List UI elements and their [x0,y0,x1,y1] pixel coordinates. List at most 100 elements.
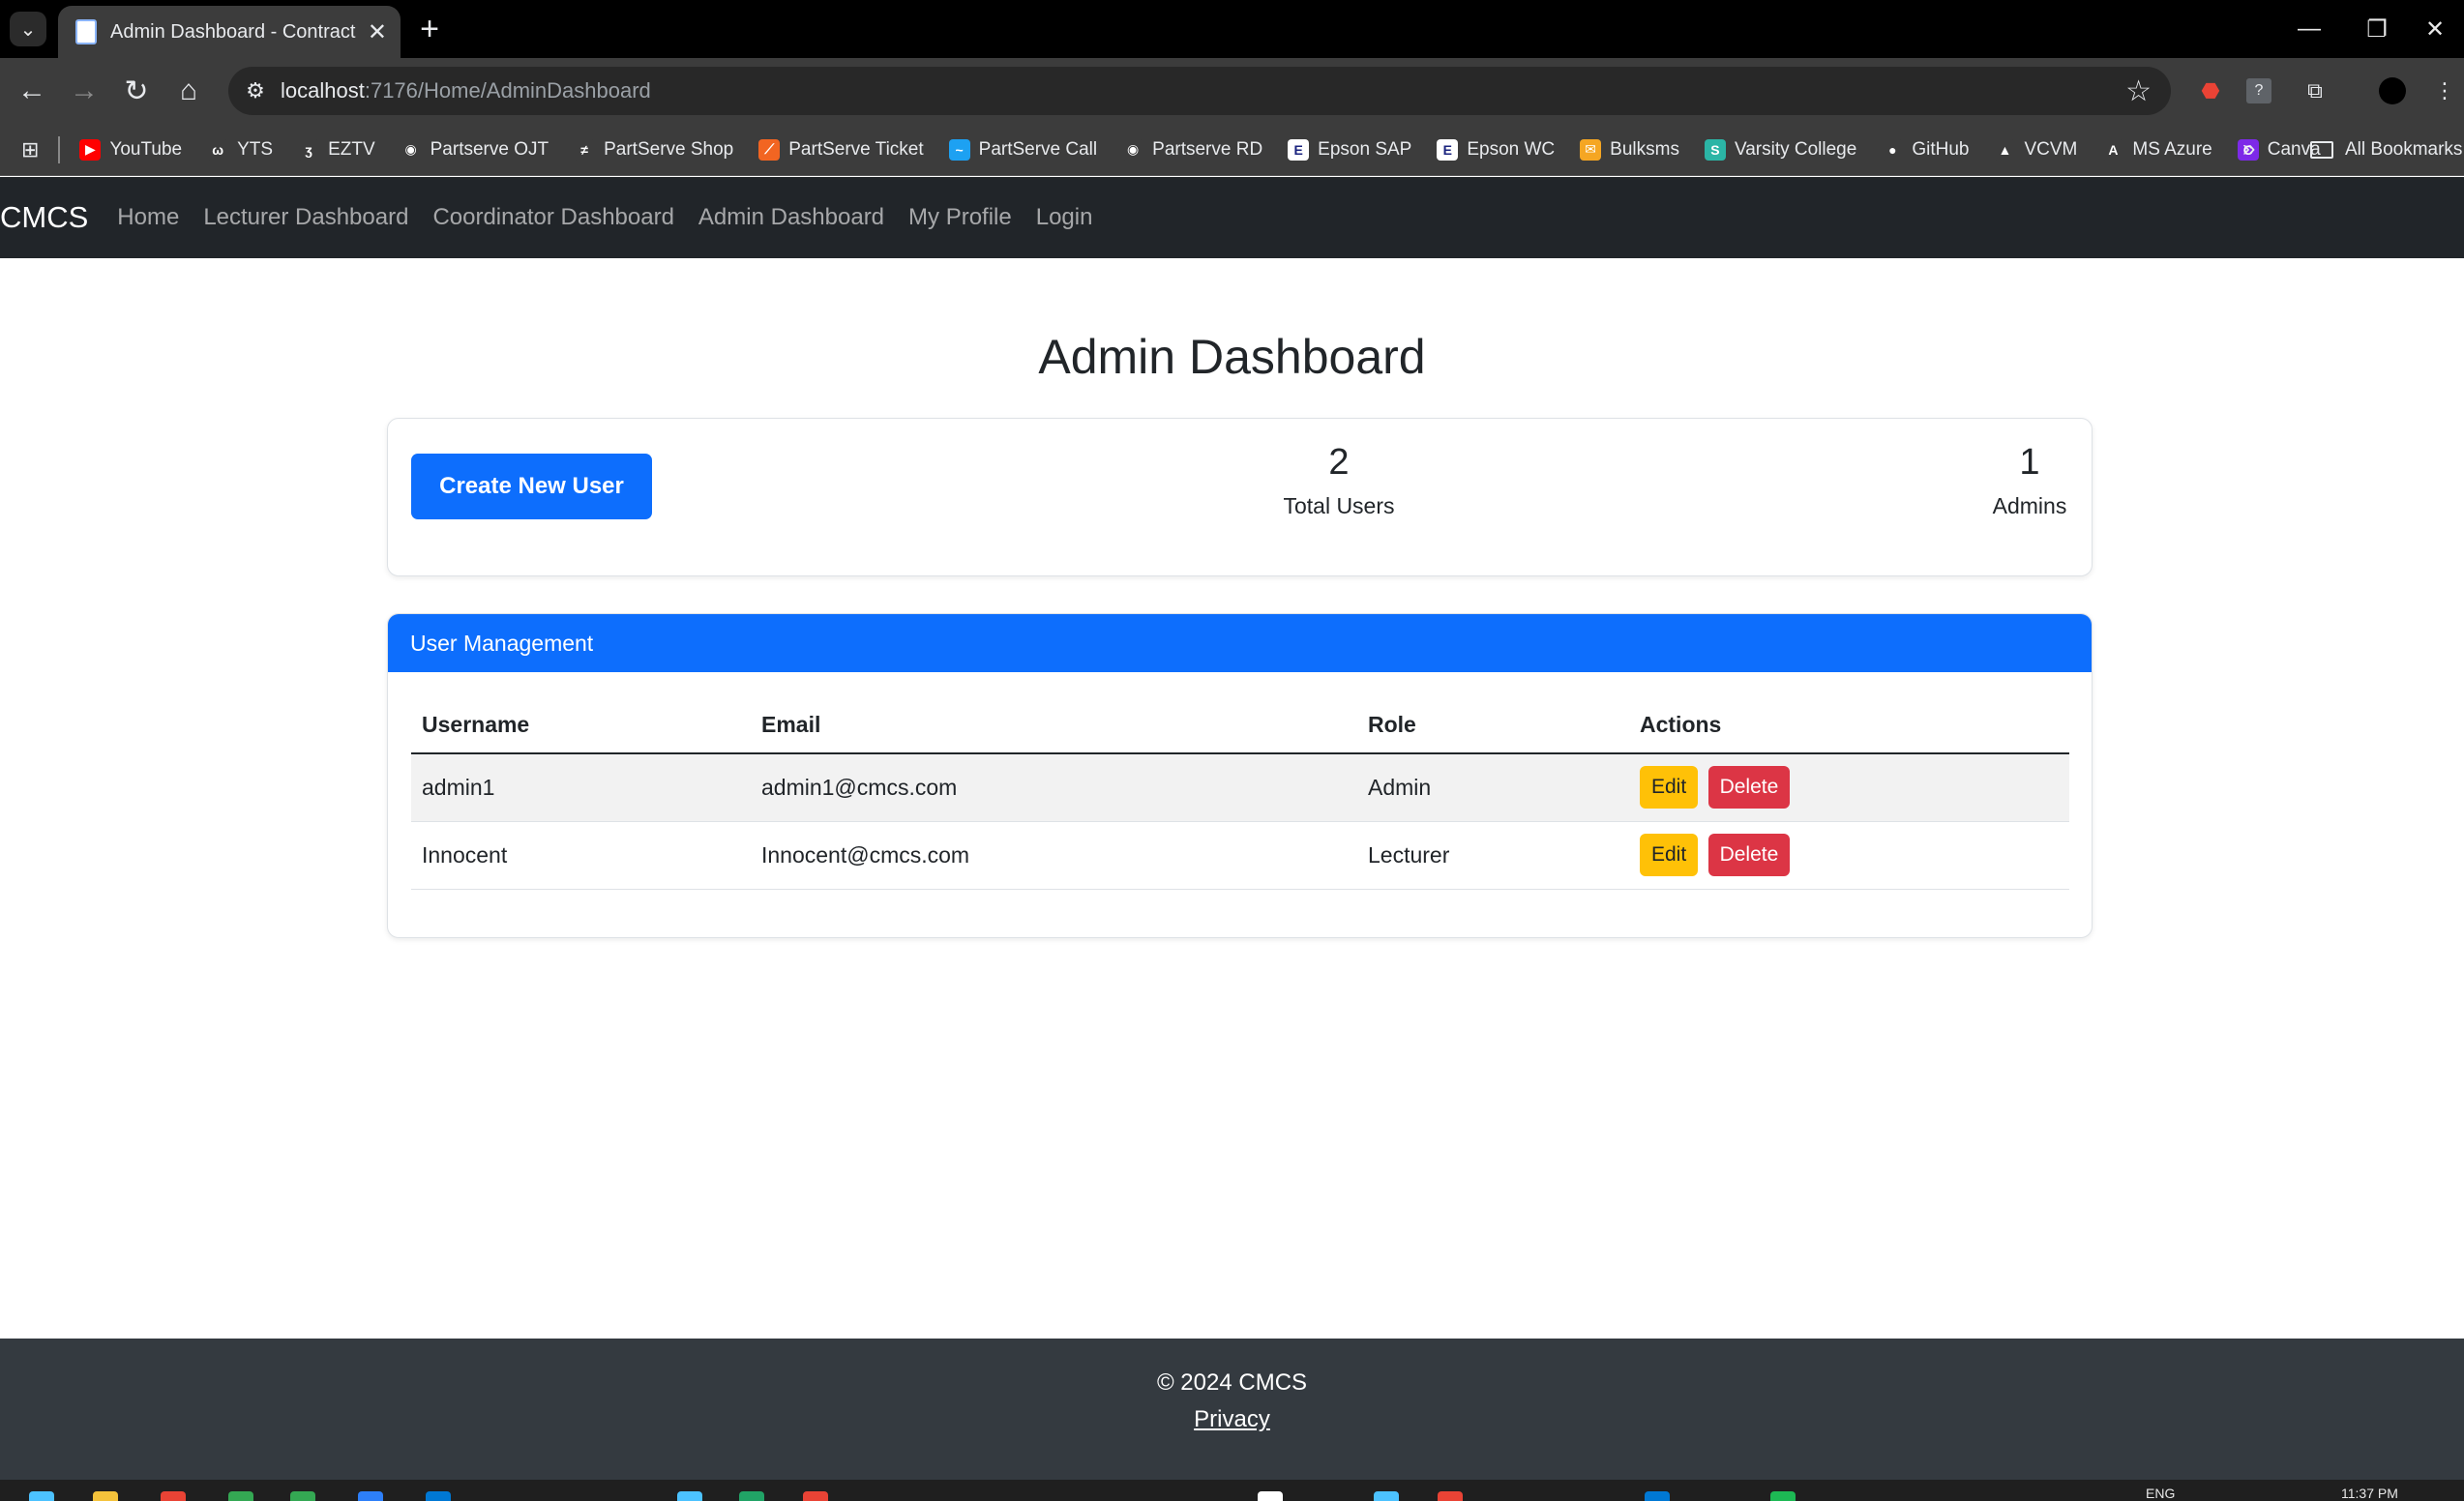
window-close-icon[interactable]: ✕ [2406,10,2464,48]
users-table-header-row: Username Email Role Actions [411,711,2069,754]
app-navbar: CMCS Home Lecturer Dashboard Coordinator… [0,177,2464,258]
nav-link-admin-dashboard[interactable]: Admin Dashboard [698,204,884,231]
os-taskbar: ENG 11:37 PM [0,1480,2464,1501]
more-bookmarks-chevron-icon[interactable]: » [2242,135,2255,162]
taskbar-app-icon[interactable] [161,1491,186,1501]
bookmark-favicon-icon: ⟋ [758,138,781,161]
nav-link-lecturer-dashboard[interactable]: Lecturer Dashboard [203,204,408,231]
bookmark-vcvm[interactable]: ▲ VCVM [1994,138,2077,161]
user-management-card: User Management Username Email Role Acti… [387,613,2093,938]
bookmark-star-icon[interactable]: ☆ [2125,74,2152,108]
all-bookmarks-label: All Bookmarks [2345,139,2463,160]
bookmark-label: Partserve OJT [430,138,549,160]
bookmark-favicon-icon: A [2102,138,2124,161]
bookmark-partserve-ojt[interactable]: ◉ Partserve OJT [400,138,549,161]
bookmark-partserve-rd[interactable]: ◉ Partserve RD [1122,138,1263,161]
address-bar[interactable]: ⚙ localhost:7176/Home/AdminDashboard ☆ [228,67,2171,115]
url-path: :7176/Home/AdminDashboard [364,78,651,103]
back-arrow-icon[interactable]: ← [12,71,52,111]
cell-actions: Edit Delete [1629,753,2069,822]
bookmark-ms-azure[interactable]: A MS Azure [2102,138,2212,161]
taskbar-language[interactable]: ENG [2146,1486,2175,1501]
privacy-link[interactable]: Privacy [1194,1406,1270,1433]
table-row: admin1 admin1@cmcs.com Admin Edit Delete [411,753,2069,822]
bookmark-eztv[interactable]: ʒ EZTV [298,138,375,161]
minimize-icon[interactable]: — [2280,10,2338,48]
bookmark-favicon-icon: ◉ [400,138,422,161]
bookmark-youtube[interactable]: ▶ YouTube [79,138,182,161]
file-explorer-icon[interactable] [93,1491,118,1501]
bookmark-github[interactable]: ● GitHub [1882,138,1970,161]
taskbar-app-icon[interactable] [803,1491,828,1501]
bookmark-epson-wc[interactable]: E Epson WC [1437,138,1556,161]
cell-username: admin1 [411,753,751,822]
taskbar-app-icon[interactable] [677,1491,702,1501]
new-tab-plus-icon[interactable]: + [412,11,447,47]
nav-link-home[interactable]: Home [117,204,179,231]
cell-role: Lecturer [1357,821,1629,890]
bookmark-yts[interactable]: ω YTS [207,138,274,161]
delete-user-button[interactable]: Delete [1707,834,1791,876]
bookmark-favicon-icon: ≠ [574,138,596,161]
bookmark-favicon-icon: E [1288,138,1310,161]
taskbar-app-icon[interactable] [228,1491,253,1501]
profile-avatar-icon[interactable] [2376,74,2409,107]
start-icon[interactable] [29,1491,54,1501]
bookmark-partserve-ticket[interactable]: ⟋ PartServe Ticket [758,138,924,161]
bookmark-bulksms[interactable]: ✉ Bulksms [1580,138,1679,161]
page-footer: © 2024 CMCS Privacy [0,1339,2464,1480]
bookmark-label: PartServe Call [978,138,1098,160]
bookmark-favicon-icon: ● [1882,138,1904,161]
taskbar-app-icon[interactable] [1770,1491,1796,1501]
taskbar-app-icon[interactable] [739,1491,764,1501]
column-header-role: Role [1357,711,1629,754]
delete-user-button[interactable]: Delete [1707,766,1791,809]
bookmark-favicon-icon: ▶ [79,138,102,161]
bookmark-epson-sap[interactable]: E Epson SAP [1288,138,1412,161]
user-management-header: User Management [388,614,2092,672]
browser-tab-active[interactable]: Admin Dashboard - Contract M ✕ [58,6,401,58]
tab-search-chevron-icon[interactable]: ⌄ [10,12,46,46]
nav-link-coordinator-dashboard[interactable]: Coordinator Dashboard [432,204,673,231]
nav-link-my-profile[interactable]: My Profile [908,204,1012,231]
bookmark-label: YTS [237,138,274,160]
navbar-brand[interactable]: CMCS [0,200,88,235]
bookmark-favicon-icon: E [1437,138,1459,161]
folder-icon [2310,141,2333,159]
reload-icon[interactable]: ↻ [116,71,157,111]
create-new-user-button[interactable]: Create New User [411,454,652,519]
nav-link-login[interactable]: Login [1036,204,1093,231]
edit-user-button[interactable]: Edit [1640,834,1699,876]
all-bookmarks-folder[interactable]: All Bookmarks [2310,124,2462,176]
edit-user-button[interactable]: Edit [1640,766,1699,809]
taskbar-app-icon[interactable] [1645,1491,1670,1501]
taskbar-app-icon[interactable] [290,1491,315,1501]
bookmark-label: Epson SAP [1318,138,1412,160]
column-header-username: Username [411,711,751,754]
cell-email: admin1@cmcs.com [751,753,1357,822]
browser-menu-icon[interactable]: ⋮ [2428,74,2461,107]
extension-unknown-icon[interactable]: ? [2246,78,2271,103]
site-settings-icon[interactable]: ⚙ [242,77,269,104]
tab-close-icon[interactable]: ✕ [368,18,387,46]
bookmark-label: GitHub [1912,138,1970,160]
taskbar-app-icon[interactable] [1438,1491,1463,1501]
bookmark-label: Partserve RD [1152,138,1263,160]
home-icon[interactable]: ⌂ [168,71,209,111]
bookmark-varsity-college[interactable]: S Varsity College [1704,138,1856,161]
bookmark-partserve-call[interactable]: ~ PartServe Call [948,138,1098,161]
taskbar-app-icon[interactable] [1258,1491,1283,1501]
extensions-puzzle-icon[interactable]: ⧉ [2299,74,2331,107]
taskbar-app-icon[interactable] [426,1491,451,1501]
taskbar-clock[interactable]: 11:37 PM [2341,1486,2398,1501]
bookmark-favicon-icon: ▲ [1994,138,2016,161]
taskbar-app-icon[interactable] [358,1491,383,1501]
taskbar-app-icon[interactable] [1374,1491,1399,1501]
restore-icon[interactable]: ❐ [2348,10,2406,48]
bookmark-label: Epson WC [1467,138,1556,160]
apps-grid-icon[interactable]: ⊞ [21,137,39,162]
bookmark-partserve-shop[interactable]: ≠ PartServe Shop [574,138,733,161]
forward-arrow-icon[interactable]: → [64,71,104,111]
summary-card: Create New User 2 Total Users 1 Admins [387,418,2093,576]
extension-adblock-icon[interactable]: ⬣ [2194,74,2227,107]
